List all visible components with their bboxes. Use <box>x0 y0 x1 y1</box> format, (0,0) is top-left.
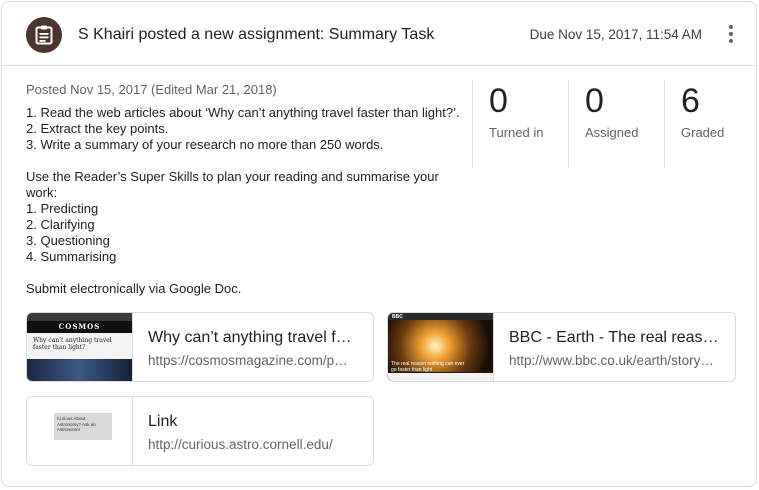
stat-label: Assigned <box>585 125 639 140</box>
attachment-card-bbc[interactable]: BBC The real reason nothing can ever go … <box>387 312 736 382</box>
instruction-line: work: <box>26 185 58 200</box>
instruction-line: 1. Read the web articles about ‘Why can’… <box>26 105 460 120</box>
thumb-headline: The real reason nothing can ever go fast… <box>391 361 465 373</box>
instruction-line: 2. Clarifying <box>26 217 95 232</box>
instruction-line: 3. Write a summary of your research no m… <box>26 137 384 152</box>
assignment-instructions: 1. Read the web articles about ‘Why can’… <box>26 105 466 297</box>
thumb-headline: Curious About Astronomy? Ask an Astronom… <box>57 416 96 432</box>
instruction-line: 3. Questioning <box>26 233 110 248</box>
stat-label: Turned in <box>489 125 544 140</box>
instruction-line <box>26 153 466 169</box>
attachment-url: http://www.bbc.co.uk/earth/story/the-rea… <box>509 353 714 368</box>
assignment-icon <box>35 25 53 45</box>
stat-assigned[interactable]: 0 Assigned <box>568 80 665 168</box>
due-date: Due Nov 15, 2017, 11:54 AM <box>529 27 702 42</box>
attachment-thumbnail: Curious About Astronomy? Ask an Astronom… <box>27 397 133 465</box>
attachment-card-cosmos[interactable]: COSMOS Why can’t anything travel faster … <box>26 312 374 382</box>
more-options-icon[interactable] <box>726 24 736 44</box>
attachment-title: Link <box>148 413 178 430</box>
instruction-line: Use the Reader’s Super Skills to plan yo… <box>26 169 439 184</box>
attachment-url: https://cosmosmagazine.com/physics/why-c… <box>148 353 353 368</box>
instruction-line <box>26 265 466 281</box>
posted-date: Posted Nov 15, 2017 (Edited Mar 21, 2018… <box>26 82 277 97</box>
instruction-line: 1. Predicting <box>26 201 99 216</box>
attachment-thumbnail: COSMOS Why can’t anything travel faster … <box>27 313 133 381</box>
stat-value: 6 <box>681 82 700 120</box>
attachment-title: Why can’t anything travel faster than li… <box>148 329 358 346</box>
instruction-line: Submit electronically via Google Doc. <box>26 281 242 296</box>
attachment-title: BBC - Earth - The real reason nothing ca… <box>509 329 719 346</box>
stat-turned-in[interactable]: 0 Turned in <box>472 80 569 168</box>
assignment-card: S Khairi posted a new assignment: Summar… <box>1 1 757 487</box>
instruction-line: 4. Summarising <box>26 249 117 264</box>
stat-label: Graded <box>681 125 725 140</box>
attachment-url: http://curious.astro.cornell.edu/ <box>148 437 333 452</box>
stat-value: 0 <box>489 82 508 120</box>
attachment-thumbnail: BBC The real reason nothing can ever go … <box>388 313 494 381</box>
assignment-title: S Khairi posted a new assignment: Summar… <box>78 26 435 43</box>
attachment-card-link[interactable]: Curious About Astronomy? Ask an Astronom… <box>26 396 374 466</box>
thumb-headline: Why can’t anything travel faster than li… <box>33 337 112 351</box>
stat-graded[interactable]: 6 Graded <box>664 80 757 168</box>
thumb-brand: COSMOS <box>58 322 101 331</box>
stat-value: 0 <box>585 82 604 120</box>
assignment-header[interactable]: S Khairi posted a new assignment: Summar… <box>2 2 756 66</box>
instruction-line: 2. Extract the key points. <box>26 121 169 136</box>
assignment-avatar <box>26 17 62 53</box>
